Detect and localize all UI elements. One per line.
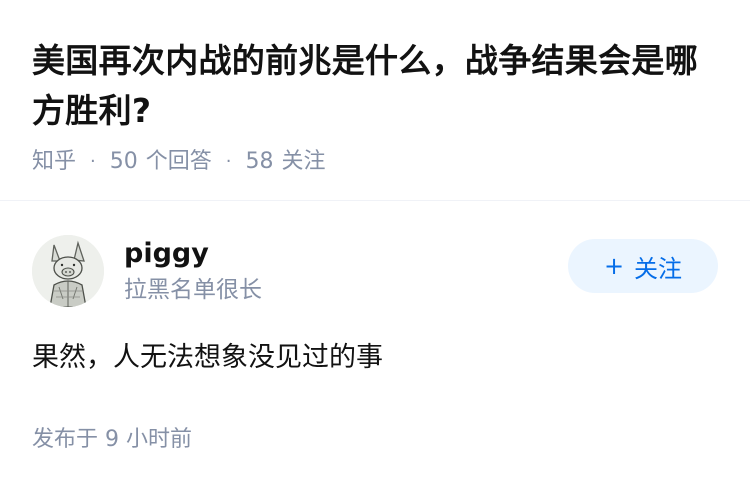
question-meta: 知乎 · 50 个回答 · 58 关注 — [32, 147, 718, 177]
publish-time: 发布于 9 小时前 — [32, 427, 192, 452]
section-divider — [0, 200, 750, 201]
plus-icon: + — [603, 252, 625, 280]
follow-button[interactable]: + 关注 — [568, 239, 718, 293]
author-bio: 拉黑名单很长 — [124, 277, 262, 303]
answer-count-label: 个回答 — [145, 149, 212, 174]
follow-button-label: 关注 — [634, 254, 683, 283]
avatar[interactable] — [32, 235, 104, 307]
author-row: piggy 拉黑名单很长 + 关注 — [32, 234, 718, 308]
source-label: 知乎 — [32, 149, 77, 174]
author-info: piggy 拉黑名单很长 — [124, 236, 568, 306]
follow-count: 58 — [245, 149, 274, 174]
pig-sketch-avatar-icon — [32, 235, 104, 307]
author-name[interactable]: piggy — [124, 236, 568, 272]
zhihu-answer-page: 美国再次内战的前兆是什么，战争结果会是哪方胜利? 知乎 · 50 个回答 · 5… — [0, 0, 750, 490]
follow-count-label: 关注 — [281, 149, 326, 174]
answer-content[interactable]: 果然，人无法想象没见过的事 — [32, 338, 718, 378]
question-title[interactable]: 美国再次内战的前兆是什么，战争结果会是哪方胜利? — [32, 36, 718, 136]
meta-separator: · — [225, 151, 232, 172]
question-header: 美国再次内战的前兆是什么，战争结果会是哪方胜利? 知乎 · 50 个回答 · 5… — [32, 0, 718, 177]
meta-separator: · — [90, 151, 96, 172]
answer-card: piggy 拉黑名单很长 + 关注 果然，人无法想象没见过的事 发布于 9 小时… — [32, 234, 718, 456]
answer-count: 50 — [109, 149, 138, 174]
